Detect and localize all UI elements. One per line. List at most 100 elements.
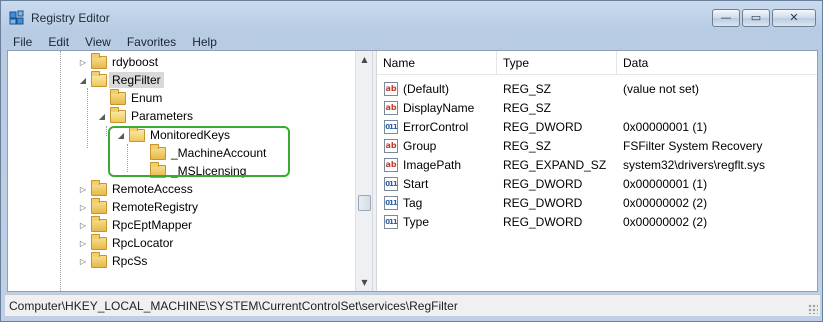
expand-arrow-icon[interactable]: ▷ [78,257,88,266]
value-type: REG_SZ [503,82,552,96]
value-name: (Default) [403,82,450,96]
title-bar[interactable]: Registry Editor — ▭ ✕ [1,1,822,33]
value-row[interactable]: ab DisplayName REG_SZ [377,99,817,118]
expand-arrow-icon[interactable]: ▷ [78,239,88,248]
maximize-button[interactable]: ▭ [742,9,770,27]
string-value-icon: ab [384,139,398,153]
tree-item-label: RemoteAccess [112,182,193,196]
annotation-highlight-box [108,126,290,177]
client-area: ▷ rdyboost ◢ RegFilter Enum ◢ Parameters… [7,50,818,292]
minimize-button[interactable]: — [712,9,740,27]
tree-item-label: RpcEptMapper [112,218,193,232]
column-header-name[interactable]: Name [377,51,497,75]
menu-bar: File Edit View Favorites Help [5,32,818,51]
tree-item-label: RpcLocator [112,236,174,250]
tree-item-label: RegFilter [109,72,164,88]
folder-icon [91,179,107,196]
value-type: REG_SZ [503,139,552,153]
tree-guide-line [87,88,88,148]
tree-item-remoteaccess[interactable]: ▷ RemoteAccess [78,179,196,198]
value-data: 0x00000001 (1) [623,120,708,134]
binary-value-icon: 011 [384,177,398,191]
string-value-icon: ab [384,101,398,115]
value-row[interactable]: ab Group REG_SZ FSFilter System Recovery [377,137,817,156]
value-type: REG_DWORD [503,215,583,229]
value-type: REG_DWORD [503,177,583,191]
folder-icon [110,88,126,105]
string-value-icon: ab [384,158,398,172]
resize-grip-icon[interactable] [808,304,818,314]
window-title: Registry Editor [31,11,110,25]
folder-icon [91,233,107,250]
maximize-icon: ▭ [750,11,762,24]
values-list-pane: Name Type Data ab (Default) REG_SZ (value n… [377,51,817,291]
value-row[interactable]: 011 Type REG_DWORD 0x00000002 (2) [377,213,817,232]
value-name: DisplayName [403,101,475,115]
value-row[interactable]: ab ImagePath REG_EXPAND_SZ system32\drivers… [377,156,817,175]
tree-item-rpceptmapper[interactable]: ▷ RpcEptMapper [78,215,195,234]
tree-item-rpcss[interactable]: ▷ RpcSs [78,251,150,270]
string-value-icon: ab [384,82,398,96]
open-folder-icon [91,70,107,87]
column-header-type[interactable]: Type [497,51,617,75]
close-button[interactable]: ✕ [772,9,816,27]
menu-view[interactable]: View [77,35,119,49]
tree-item-label: rdyboost [112,55,159,69]
value-type: REG_SZ [503,101,552,115]
binary-value-icon: 011 [384,120,398,134]
tree-item-rdyboost[interactable]: ▷ rdyboost [78,52,161,71]
tree-item-parameters[interactable]: ◢ Parameters [97,106,196,125]
menu-edit[interactable]: Edit [40,35,77,49]
value-data: 0x00000001 (1) [623,177,708,191]
tree-item-enum[interactable]: Enum [110,88,165,107]
value-name: ImagePath [403,158,462,172]
value-row[interactable]: 011 Start REG_DWORD 0x00000001 (1) [377,175,817,194]
expand-arrow-icon[interactable]: ▷ [78,221,88,230]
status-bar: Computer\HKEY_LOCAL_MACHINE\SYSTEM\Curre… [5,294,820,316]
value-type: REG_DWORD [503,120,583,134]
value-name: Group [403,139,437,153]
tree-item-label: RemoteRegistry [112,200,199,214]
value-row[interactable]: 011 ErrorControl REG_DWORD 0x00000001 (1) [377,118,817,137]
value-data: (value not set) [623,82,700,96]
collapse-arrow-icon[interactable]: ◢ [78,76,88,85]
expand-arrow-icon[interactable]: ▷ [78,203,88,212]
window-controls: — ▭ ✕ [710,9,816,27]
scroll-thumb[interactable] [358,195,371,211]
tree-item-regfilter[interactable]: ◢ RegFilter [78,70,164,89]
menu-file[interactable]: File [5,35,40,49]
value-name: Tag [403,196,423,210]
menu-favorites[interactable]: Favorites [119,35,184,49]
column-header-data[interactable]: Data [617,51,817,75]
folder-icon [91,215,107,232]
value-type: REG_EXPAND_SZ [503,158,607,172]
tree-item-label: Parameters [131,109,194,123]
expand-arrow-icon[interactable]: ▷ [78,185,88,194]
minimize-icon: — [720,11,732,24]
folder-icon [91,52,107,69]
registry-editor-window: Registry Editor — ▭ ✕ File Edit View Fav… [0,0,823,322]
tree-scrollbar[interactable]: ▲ ▼ [355,51,372,291]
value-name: Start [403,177,429,191]
scroll-up-icon[interactable]: ▲ [356,51,373,68]
value-data: FSFilter System Recovery [623,139,763,153]
binary-value-icon: 011 [384,196,398,210]
menu-help[interactable]: Help [184,35,225,49]
folder-icon [91,251,107,268]
value-row[interactable]: 011 Tag REG_DWORD 0x00000002 (2) [377,194,817,213]
value-name: Type [403,215,430,229]
key-tree-pane: ▷ rdyboost ◢ RegFilter Enum ◢ Parameters… [8,51,374,291]
value-type: REG_DWORD [503,196,583,210]
tree-item-label: Enum [131,91,163,105]
close-icon: ✕ [789,11,799,24]
value-data: 0x00000002 (2) [623,196,708,210]
tree-item-rpclocator[interactable]: ▷ RpcLocator [78,233,176,252]
registry-editor-icon [9,10,24,25]
value-name: ErrorControl [403,120,469,134]
tree-item-remoteregistry[interactable]: ▷ RemoteRegistry [78,197,201,216]
collapse-arrow-icon[interactable]: ◢ [97,112,107,121]
scroll-down-icon[interactable]: ▼ [356,274,373,291]
tree-guide-line [106,126,107,136]
expand-arrow-icon[interactable]: ▷ [78,58,88,67]
value-row[interactable]: ab (Default) REG_SZ (value not set) [377,80,817,99]
